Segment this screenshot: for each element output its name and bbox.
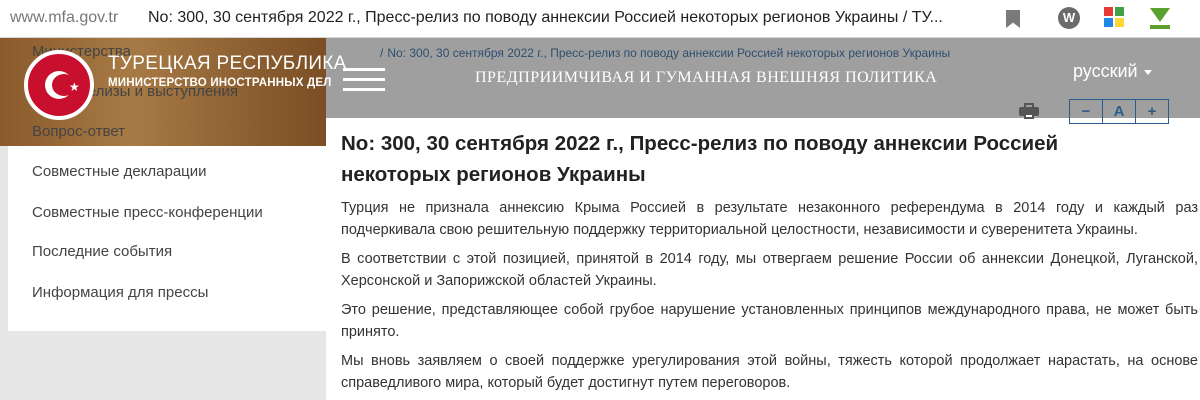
logo-subtitle: МИНИСТЕРСТВО ИНОСТРАННЫХ ДЕЛ xyxy=(108,77,332,89)
font-increase-button[interactable]: + xyxy=(1136,100,1168,123)
article-paragraph: Это решение, представляющее собой грубое… xyxy=(341,302,1198,340)
logo-title[interactable]: ТУРЕЦКАЯ РЕСПУБЛИКА xyxy=(108,53,347,75)
menu-icon[interactable] xyxy=(343,68,385,92)
address-bar[interactable]: www.mfa.gov.tr xyxy=(10,9,118,27)
language-label: русский xyxy=(1073,61,1138,81)
breadcrumb-separator: / xyxy=(380,46,384,60)
language-selector[interactable]: русский xyxy=(1073,61,1152,82)
extension-grid-icon[interactable] xyxy=(1104,7,1124,27)
article-paragraph: В соответствии с этой позицией, принятой… xyxy=(341,251,1198,289)
sidebar-item-latest-events[interactable]: Последние события xyxy=(32,243,172,260)
breadcrumb-current[interactable]: No: 300, 30 сентября 2022 г., Пресс-рели… xyxy=(387,46,950,60)
font-size-controls: − A + xyxy=(1069,99,1169,124)
article-paragraph: Турция не признала аннексию Крыма Россие… xyxy=(341,200,1198,238)
page-title: No: 300, 30 сентября 2022 г., Пресс-рели… xyxy=(148,9,943,26)
font-reset-button[interactable]: A xyxy=(1103,100,1136,123)
download-icon[interactable] xyxy=(1150,6,1170,30)
font-decrease-button[interactable]: − xyxy=(1070,100,1103,123)
sidebar-item-joint-press-conferences[interactable]: Совместные пресс-конференции xyxy=(32,204,263,221)
print-icon[interactable] xyxy=(1019,103,1039,119)
sidebar-item-press-info[interactable]: Информация для прессы xyxy=(32,284,208,301)
sidebar-item-qa[interactable]: Вопрос-ответ xyxy=(32,123,125,140)
bookmark-icon[interactable] xyxy=(1006,10,1020,28)
extension-w-icon[interactable]: W xyxy=(1058,7,1080,29)
browser-toolbar: www.mfa.gov.tr No: 300, 30 сентября 2022… xyxy=(0,0,1200,38)
sidebar-item-joint-declarations[interactable]: Совместные декларации xyxy=(32,163,207,180)
ministry-logo-icon[interactable]: ★ xyxy=(24,50,94,120)
article-title: No: 300, 30 сентября 2022 г., Пресс-рели… xyxy=(341,132,1059,186)
site-tagline: ПРЕДПРИИМЧИВАЯ И ГУМАННАЯ ВНЕШНЯЯ ПОЛИТИ… xyxy=(475,69,938,86)
chevron-down-icon xyxy=(1143,69,1152,75)
article-paragraph: Мы вновь заявляем о своей поддержке урег… xyxy=(341,353,1198,391)
